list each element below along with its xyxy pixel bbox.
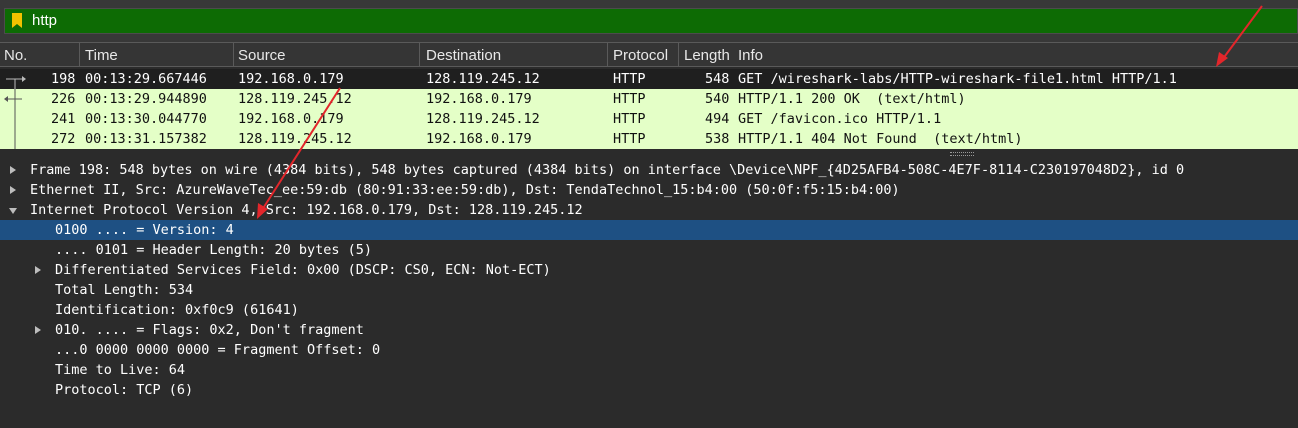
packet-destination: 128.119.245.12 [426,111,540,127]
packet-source: 192.168.0.179 [238,111,344,127]
column-header-no[interactable]: No. [4,47,27,64]
expand-arrow-icon[interactable] [10,166,16,174]
packet-time: 00:13:29.944890 [85,91,207,107]
tree-item-label: Time to Live: 64 [55,362,186,378]
tree-item-label: ...0 0000 0000 0000 = Fragment Offset: 0 [55,342,381,358]
tree-item-label: 010. .... = Flags: 0x2, Don't fragment [55,322,364,338]
tree-item-label: Protocol: TCP (6) [55,382,194,398]
tree-item-label: 0100 .... = Version: 4 [55,222,234,238]
packet-length: 538 [705,131,730,147]
tree-item-flags[interactable]: 010. .... = Flags: 0x2, Don't fragment [0,320,1298,340]
packet-info: GET /wireshark-labs/HTTP-wireshark-file1… [738,71,1177,87]
tree-item-protocol[interactable]: Protocol: TCP (6) [0,380,1298,400]
expand-arrow-icon[interactable] [35,266,41,274]
tree-item-label: Total Length: 534 [55,282,194,298]
column-header-source[interactable]: Source [238,47,286,64]
tree-item-fragment-offset[interactable]: ...0 0000 0000 0000 = Fragment Offset: 0 [0,340,1298,360]
packet-destination: 192.168.0.179 [426,131,532,147]
column-header-info[interactable]: Info [738,47,763,64]
pane-splitter[interactable] [0,149,1298,159]
packet-source: 192.168.0.179 [238,71,344,87]
column-header-length[interactable]: Length [684,47,730,64]
packet-destination: 192.168.0.179 [426,91,532,107]
packet-protocol: HTTP [613,111,646,127]
bookmark-icon[interactable] [12,13,22,28]
tree-item-frame[interactable]: Frame 198: 548 bytes on wire (4384 bits)… [0,160,1298,180]
packet-row[interactable]: 241 00:13:30.044770 192.168.0.179 128.11… [0,109,1298,129]
tree-item-total-length[interactable]: Total Length: 534 [0,280,1298,300]
tree-item-header-length[interactable]: .... 0101 = Header Length: 20 bytes (5) [0,240,1298,260]
tree-item-ipv4[interactable]: Internet Protocol Version 4, Src: 192.16… [0,200,1298,220]
packet-length: 540 [705,91,730,107]
packet-row[interactable]: 226 00:13:29.944890 128.119.245.12 192.1… [0,89,1298,109]
tree-item-label: Ethernet II, Src: AzureWaveTec_ee:59:db … [30,182,900,198]
tree-item-dsfield[interactable]: Differentiated Services Field: 0x00 (DSC… [0,260,1298,280]
packet-source: 128.119.245.12 [238,131,352,147]
packet-time: 00:13:30.044770 [85,111,207,127]
packet-length: 494 [705,111,730,127]
tree-item-label: Frame 198: 548 bytes on wire (4384 bits)… [30,162,1185,178]
packet-info: HTTP/1.1 404 Not Found (text/html) [738,131,1023,147]
column-header-time[interactable]: Time [85,47,118,64]
packet-list-header: No. Time Source Destination Protocol Len… [0,42,1298,67]
packet-row[interactable]: 272 00:13:31.157382 128.119.245.12 192.1… [0,129,1298,149]
packet-destination: 128.119.245.12 [426,71,540,87]
packet-length: 548 [705,71,730,87]
display-filter-text: http [32,12,58,29]
column-header-destination[interactable]: Destination [426,47,501,64]
response-arrow-icon [4,89,22,109]
related-line-icon [14,109,16,129]
tree-item-label: .... 0101 = Header Length: 20 bytes (5) [55,242,372,258]
expand-arrow-icon[interactable] [10,186,16,194]
tree-item-ttl[interactable]: Time to Live: 64 [0,360,1298,380]
packet-no: 272 [51,131,76,147]
tree-item-identification[interactable]: Identification: 0xf0c9 (61641) [0,300,1298,320]
packet-no: 198 [51,71,76,87]
packet-no: 226 [51,91,76,107]
tree-item-label: Differentiated Services Field: 0x00 (DSC… [55,262,551,278]
expand-arrow-icon[interactable] [35,326,41,334]
tree-item-version-selected[interactable]: 0100 .... = Version: 4 [0,220,1298,240]
packet-protocol: HTTP [613,71,646,87]
request-arrow-icon [6,76,26,89]
packet-info: GET /favicon.ico HTTP/1.1 [738,111,942,127]
tree-item-label: Identification: 0xf0c9 (61641) [55,302,299,318]
tree-item-ethernet[interactable]: Ethernet II, Src: AzureWaveTec_ee:59:db … [0,180,1298,200]
related-line-icon [14,129,16,149]
packet-info: HTTP/1.1 200 OK (text/html) [738,91,966,107]
packet-source: 128.119.245.12 [238,91,352,107]
packet-protocol: HTTP [613,131,646,147]
packet-no: 241 [51,111,76,127]
tree-item-label: Internet Protocol Version 4, Src: 192.16… [30,202,583,218]
packet-protocol: HTTP [613,91,646,107]
packet-time: 00:13:31.157382 [85,131,207,147]
packet-row-selected[interactable]: 198 00:13:29.667446 192.168.0.179 128.11… [0,69,1298,89]
display-filter-bar: http [0,0,1298,42]
collapse-arrow-icon[interactable] [9,208,17,214]
column-header-protocol[interactable]: Protocol [613,47,668,64]
packet-time: 00:13:29.667446 [85,71,207,87]
display-filter-input[interactable]: http [4,8,1298,34]
splitter-grip-icon[interactable] [950,152,974,156]
